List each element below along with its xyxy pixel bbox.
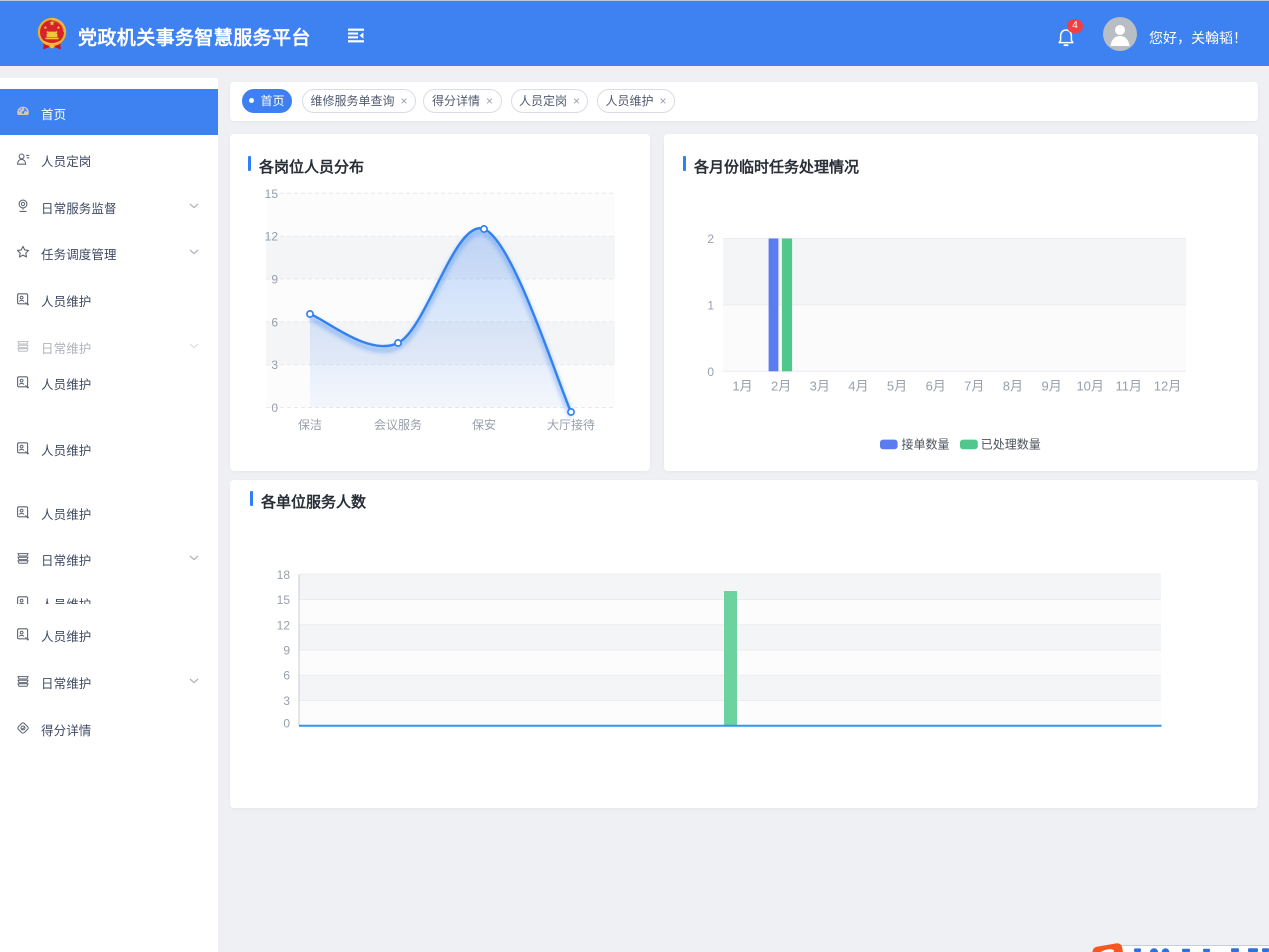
svg-text:9: 9: [271, 273, 278, 287]
svg-text:会议服务: 会议服务: [374, 417, 422, 432]
svg-text:9: 9: [283, 644, 290, 658]
svg-text:0: 0: [283, 717, 290, 731]
svg-text:15: 15: [277, 593, 291, 607]
svg-text:6月: 6月: [926, 379, 946, 394]
svg-text:15: 15: [265, 187, 279, 201]
svg-text:0: 0: [271, 401, 278, 415]
svg-text:已处理数量: 已处理数量: [981, 437, 1041, 452]
svg-text:18: 18: [277, 568, 291, 582]
svg-text:接单数量: 接单数量: [902, 437, 950, 452]
svg-text:保安: 保安: [472, 417, 496, 432]
svg-text:11月: 11月: [1116, 379, 1143, 394]
svg-text:9月: 9月: [1041, 379, 1061, 394]
svg-text:6: 6: [283, 669, 290, 683]
svg-text:2月: 2月: [771, 379, 791, 394]
svg-text:8月: 8月: [1003, 379, 1023, 394]
svg-text:6: 6: [271, 315, 278, 329]
svg-text:3: 3: [283, 694, 290, 708]
svg-text:1月: 1月: [732, 379, 752, 394]
svg-text:4月: 4月: [848, 379, 868, 394]
svg-text:12: 12: [277, 618, 291, 632]
svg-text:12: 12: [265, 230, 279, 244]
svg-text:7月: 7月: [964, 379, 984, 394]
svg-text:12月: 12月: [1154, 379, 1181, 394]
svg-text:保洁: 保洁: [298, 418, 322, 432]
svg-text:0: 0: [707, 365, 714, 379]
svg-text:大厅接待: 大厅接待: [547, 417, 595, 432]
svg-text:1: 1: [707, 299, 714, 313]
svg-text:★: ★: [49, 20, 55, 28]
svg-text:2: 2: [707, 232, 714, 246]
svg-text:3: 3: [271, 358, 278, 372]
svg-text:3月: 3月: [810, 379, 830, 394]
svg-text:10月: 10月: [1076, 379, 1103, 394]
svg-text:5月: 5月: [887, 379, 907, 394]
